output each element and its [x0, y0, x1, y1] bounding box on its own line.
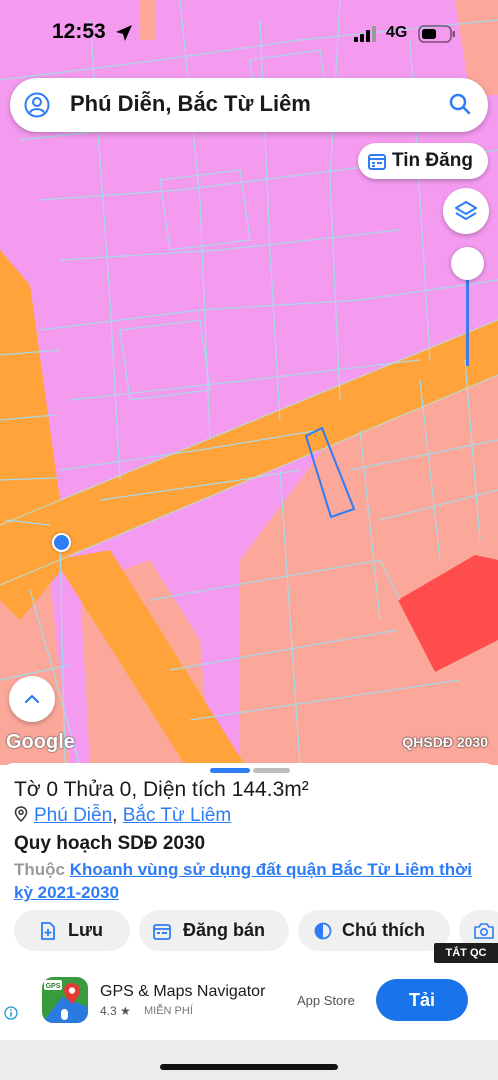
- ad-price: MIỄN PHÍ: [144, 1005, 193, 1017]
- ad-app-icon[interactable]: GPS: [42, 977, 88, 1023]
- plan-source-prefix: Thuộc: [14, 860, 65, 879]
- calendar-icon: [368, 154, 386, 170]
- ward-link[interactable]: Phú Diễn: [34, 805, 112, 826]
- address-separator: ,: [112, 805, 123, 826]
- post-sale-label: Đăng bán: [183, 920, 266, 940]
- calendar-icon: [153, 924, 171, 940]
- add-document-icon: [41, 922, 55, 940]
- close-ad-button[interactable]: TẮT QC: [434, 943, 498, 963]
- ad-app-name[interactable]: GPS & Maps Navigator: [100, 983, 265, 1001]
- camera-add-icon: [474, 923, 494, 939]
- plan-title: Quy hoạch SDĐ 2030: [14, 833, 206, 854]
- plan-source-link[interactable]: Khoanh vùng sử dụng đất quận Bắc Từ Liêm…: [14, 860, 472, 902]
- legend-label: Chú thích: [342, 920, 425, 940]
- listings-label: Tin Đăng: [392, 150, 473, 171]
- user-account-icon[interactable]: [24, 92, 50, 118]
- opacity-slider-track[interactable]: [466, 268, 469, 366]
- expand-sheet-button[interactable]: [9, 676, 55, 722]
- parcel-info: Tờ 0 Thửa 0, Diện tích 144.3m²: [14, 778, 309, 801]
- layers-icon: [455, 201, 477, 220]
- search-query[interactable]: Phú Diễn, Bắc Từ Liêm: [70, 91, 311, 117]
- parcel-info-sheet[interactable]: Tờ 0 Thửa 0, Diện tích 144.3m² Phú Diễn,…: [0, 763, 498, 1080]
- legend-button[interactable]: Chú thích: [298, 910, 450, 951]
- post-sale-button[interactable]: Đăng bán: [139, 910, 289, 951]
- google-logo: Google: [6, 731, 75, 753]
- home-indicator[interactable]: [160, 1064, 338, 1070]
- address-row: Phú Diễn, Bắc Từ Liêm: [14, 805, 231, 827]
- network-type: 4G: [386, 24, 408, 41]
- layers-button[interactable]: [443, 188, 489, 234]
- ad-store: App Store: [297, 993, 355, 1008]
- ad-info-icon[interactable]: [4, 1006, 18, 1020]
- footer-bar: [0, 1040, 498, 1080]
- status-bar: 12:53 4G: [0, 0, 498, 64]
- search-icon[interactable]: [448, 92, 472, 116]
- ad-rating: 4.3 ★: [100, 1004, 131, 1018]
- save-button[interactable]: Lưu: [14, 910, 130, 951]
- search-bar[interactable]: Phú Diễn, Bắc Từ Liêm: [10, 78, 488, 132]
- save-label: Lưu: [68, 920, 104, 940]
- map-pin-icon: [14, 806, 28, 822]
- install-button[interactable]: Tải: [376, 979, 468, 1021]
- battery-icon: [418, 25, 455, 43]
- chevron-up-icon: [24, 694, 40, 704]
- cellular-signal-icon: [354, 26, 376, 42]
- plan-source: Thuộc Khoanh vùng sử dụng đất quận Bắc T…: [14, 858, 484, 904]
- map-layer-label: QHSDĐ 2030: [402, 734, 488, 750]
- status-time: 12:53: [52, 20, 106, 43]
- svg-text:GPS: GPS: [46, 983, 61, 990]
- page-indicator-inactive: [253, 768, 290, 773]
- opacity-slider-thumb[interactable]: [451, 247, 484, 280]
- district-link[interactable]: Bắc Từ Liêm: [123, 805, 231, 826]
- contrast-icon: [314, 922, 332, 940]
- gps-app-icon: GPS: [42, 977, 88, 1023]
- listings-button[interactable]: Tin Đăng: [358, 143, 488, 179]
- page-indicator-active: [210, 768, 250, 773]
- current-location-marker: [52, 533, 71, 552]
- location-arrow-icon: [116, 25, 132, 41]
